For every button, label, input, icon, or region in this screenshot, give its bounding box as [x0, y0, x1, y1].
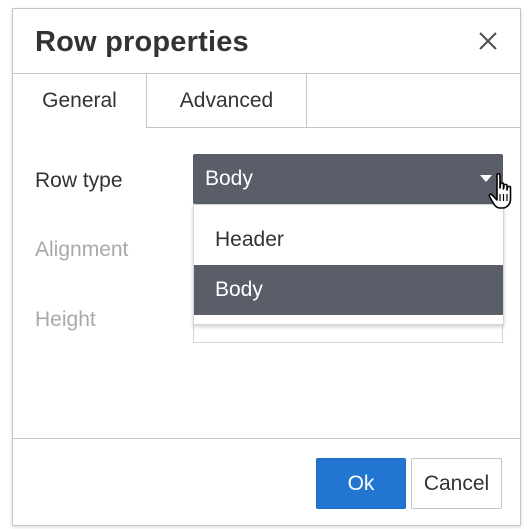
close-icon	[479, 32, 497, 50]
tab-general[interactable]: General	[13, 74, 147, 128]
ok-button[interactable]: Ok	[316, 458, 406, 509]
dialog-header: Row properties	[13, 9, 520, 74]
height-label: Height	[35, 308, 96, 331]
row-properties-dialog: Row properties General Advanced Row type…	[12, 8, 521, 526]
tab-bar: General Advanced	[13, 74, 520, 128]
tab-advanced[interactable]: Advanced	[147, 74, 307, 128]
dropdown-option-body[interactable]: Body	[194, 265, 503, 315]
row-type-label: Row type	[35, 169, 123, 192]
row-type-selected-value: Body	[205, 167, 253, 190]
close-button[interactable]	[470, 23, 506, 59]
row-type-dropdown-menu: Header Body	[193, 204, 504, 325]
footer-divider	[13, 438, 520, 439]
dropdown-option-header[interactable]: Header	[194, 215, 503, 265]
tab-bar-filler	[307, 74, 520, 128]
alignment-label: Alignment	[35, 238, 129, 261]
row-type-select[interactable]: Body	[193, 154, 503, 204]
cancel-button[interactable]: Cancel	[411, 458, 502, 509]
dialog-title: Row properties	[35, 26, 249, 58]
chevron-down-icon	[480, 175, 492, 182]
